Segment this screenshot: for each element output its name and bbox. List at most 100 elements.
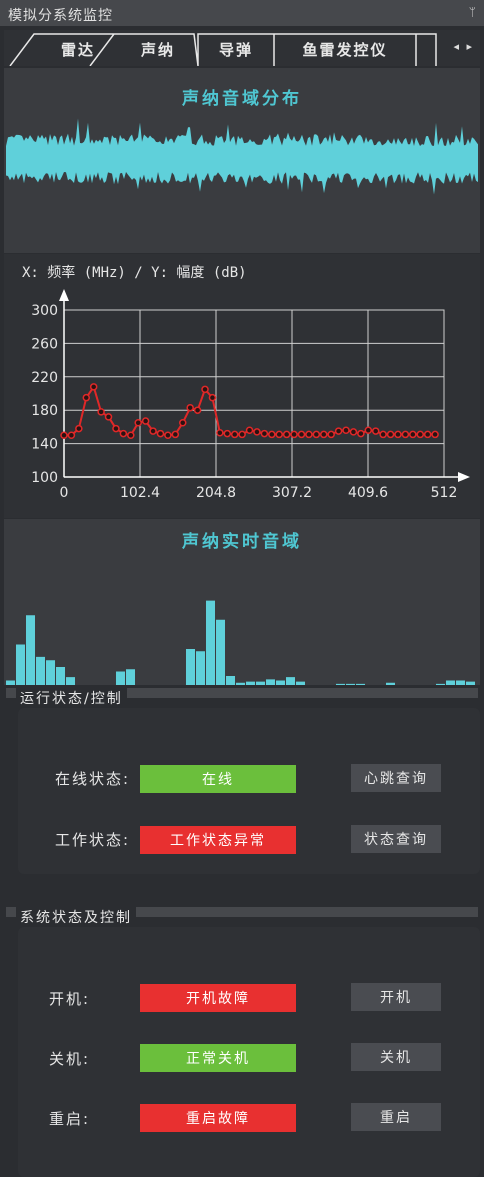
realtime-bar: [466, 681, 475, 685]
spectrum-point: [75, 424, 83, 433]
realtime-bar: [336, 683, 345, 685]
y-axis-arrow: [59, 289, 69, 301]
spectrum-point: [149, 427, 157, 435]
tab-radar[interactable]: 雷达: [42, 33, 114, 66]
spectrum-point: [141, 417, 150, 425]
spectrum-point: [67, 431, 76, 439]
realtime-bar: [46, 660, 55, 685]
power-off-button[interactable]: 关机: [351, 1043, 441, 1071]
tab-scroll-arrows[interactable]: ◂ ▸: [453, 40, 474, 53]
realtime-bar: [286, 677, 295, 685]
y-tick-label: 100: [31, 470, 58, 486]
spectrum-point: [193, 406, 202, 414]
spectrum-point: [334, 427, 343, 435]
realtime-bar: [16, 644, 25, 685]
online-status-label: 在线状态:: [54, 770, 130, 788]
realtime-bar: [296, 681, 305, 685]
x-tick-label: 512: [431, 485, 458, 501]
spectrum-point: [245, 426, 254, 434]
spectrum-point: [60, 431, 68, 439]
spectrum-point: [401, 430, 410, 439]
sonar-monitor-window: 模拟分系统监控 ᛘ 雷达 声纳 导弹 鱼雷发控仪 ◂ ▸ 声纳音域分布 X: 频…: [0, 0, 484, 1177]
spectrum-point: [312, 430, 321, 439]
x-tick-label: 409.6: [348, 485, 388, 501]
spectrum-point: [386, 430, 395, 439]
x-tick-label: 0: [60, 485, 69, 501]
spectrum-point: [364, 426, 373, 434]
power-on-label: 开机:: [48, 990, 90, 1008]
online-status-badge: 在线: [140, 765, 296, 793]
spectrum-point: [253, 428, 261, 436]
spectrum-point: [82, 393, 91, 402]
x-tick-label: 307.2: [272, 485, 312, 501]
tab-missile[interactable]: 导弹: [200, 33, 272, 66]
spectrum-point: [179, 418, 187, 427]
spectrum-point: [423, 430, 432, 439]
work-status-label: 工作状态:: [54, 831, 130, 849]
waveform-panel: 声纳音域分布: [4, 68, 480, 253]
status-query-button[interactable]: 状态查询: [351, 825, 441, 853]
spectrum-point: [230, 430, 239, 439]
spectrum-point: [156, 429, 165, 438]
tab-strip: 雷达 声纳 导弹 鱼雷发控仪 ◂ ▸: [4, 30, 480, 66]
run-status-group-title: 运行状态/控制: [16, 688, 127, 708]
spectrum-point: [305, 430, 313, 439]
realtime-bar: [236, 682, 245, 685]
realtime-bar: [56, 667, 65, 685]
spectrum-point: [164, 431, 172, 439]
pin-icon[interactable]: ᛘ: [469, 5, 476, 19]
realtime-bar: [266, 679, 275, 685]
spectrum-point: [104, 413, 113, 421]
restart-label: 重启:: [48, 1110, 90, 1128]
realtime-bar: [436, 683, 445, 685]
spectrum-point: [297, 430, 306, 439]
realtime-title: 声纳实时音域: [182, 532, 302, 552]
spectrum-point: [201, 385, 209, 394]
spectrum-point: [416, 430, 424, 439]
power-on-status-badge: 开机故障: [140, 984, 296, 1012]
spectrum-point: [223, 429, 232, 438]
system-control-group-title: 系统状态及控制: [16, 907, 136, 927]
realtime-bar: [226, 676, 235, 685]
y-tick-label: 260: [31, 336, 58, 352]
x-tick-label: 204.8: [196, 485, 236, 501]
power-on-button[interactable]: 开机: [351, 983, 441, 1011]
spectrum-point: [342, 426, 350, 434]
realtime-bar: [456, 680, 465, 685]
x-axis-arrow: [458, 472, 470, 482]
restart-status-badge: 重启故障: [140, 1104, 296, 1132]
waveform-fill: [6, 118, 478, 195]
realtime-bar: [216, 619, 225, 685]
power-off-label: 关机:: [48, 1050, 90, 1068]
x-tick-label: 102.4: [120, 485, 160, 501]
realtime-bar-chart: [6, 600, 475, 685]
spectrum-point: [431, 430, 439, 439]
spectrum-point: [119, 429, 128, 438]
spectrum-point: [320, 430, 328, 439]
spectrum-point: [290, 430, 298, 439]
spectrum-point: [171, 430, 180, 439]
spectrum-point: [208, 393, 217, 402]
spectrum-point: [216, 428, 224, 437]
tab-torpedo-controller[interactable]: 鱼雷发控仪: [276, 33, 414, 66]
spectrum-point: [275, 430, 283, 439]
heartbeat-query-button[interactable]: 心跳查询: [351, 764, 441, 792]
tab-sonar[interactable]: 声纳: [122, 33, 194, 66]
spectrum-point: [268, 430, 276, 439]
realtime-bar: [116, 671, 125, 685]
title-bar: 模拟分系统监控 ᛘ: [0, 0, 484, 26]
realtime-bar: [126, 669, 135, 685]
spectrum-point: [282, 430, 291, 439]
spectrum-point: [186, 403, 194, 412]
spectrum-point: [409, 430, 417, 439]
spectrum-point: [238, 430, 246, 439]
spectrum-chart: 100 140 180 220 260 300 0 102.4 204.8 307.2 409.6 5…: [31, 289, 470, 501]
realtime-bar: [66, 677, 75, 685]
realtime-bar: [186, 649, 195, 685]
window-title: 模拟分系统监控: [8, 8, 113, 24]
spectrum-point: [97, 408, 105, 416]
realtime-bar: [346, 683, 355, 685]
spectrum-point: [134, 418, 142, 427]
restart-button[interactable]: 重启: [351, 1103, 441, 1131]
waveform-chart: [6, 118, 478, 195]
